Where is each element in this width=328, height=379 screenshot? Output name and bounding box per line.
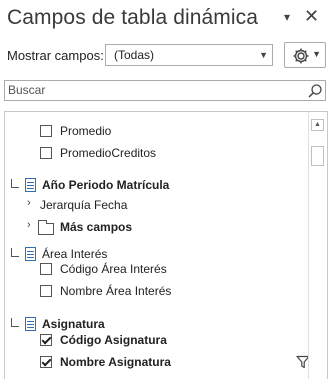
panel-title: Campos de tabla dinámica [7, 6, 259, 29]
field-label: Nombre Área Interés [60, 284, 172, 298]
gear-settings-button[interactable]: ▼ [284, 42, 326, 68]
field-label: Código Asignatura [60, 333, 167, 347]
scrollbar-thumb[interactable] [311, 146, 324, 166]
show-fields-label: Mostrar campos: [7, 48, 104, 63]
search-input[interactable]: Buscar [4, 80, 326, 101]
field-label: Promedio [60, 124, 112, 138]
chevron-right-icon[interactable]: › [27, 219, 31, 231]
table-icon [25, 247, 36, 261]
chevron-down-icon: ▼ [312, 49, 321, 59]
field-checkbox[interactable] [40, 356, 52, 368]
list-item[interactable]: Nombre Área Interés [40, 282, 310, 302]
dropdown-arrow-icon: ▼ [259, 50, 268, 60]
search-placeholder: Buscar [8, 83, 46, 97]
chevron-right-icon[interactable]: › [27, 197, 31, 209]
field-label: PromedioCreditos [60, 146, 157, 160]
show-fields-value: (Todas) [114, 48, 155, 62]
close-icon[interactable]: ✕ [304, 6, 319, 27]
field-checkbox[interactable] [40, 147, 52, 159]
field-label: Jerarquía Fecha [40, 198, 128, 212]
scroll-up-icon[interactable]: ▲ [311, 119, 324, 131]
collapse-icon[interactable] [11, 179, 19, 188]
show-fields-select[interactable]: (Todas) ▼ [105, 44, 273, 66]
field-label: Código Área Interés [60, 262, 167, 276]
table-group-anio-periodo[interactable]: Año Periodo Matrícula [9, 176, 309, 196]
table-label: Año Periodo Matrícula [42, 178, 170, 192]
list-item[interactable]: › Jerarquía Fecha [27, 196, 307, 216]
table-label: Área Interés [42, 247, 108, 261]
field-checkbox[interactable] [40, 263, 52, 275]
folder-icon [38, 220, 54, 235]
gear-icon [293, 48, 309, 64]
field-list[interactable]: Promedio PromedioCreditos Año Periodo Ma… [4, 111, 328, 379]
table-icon [25, 178, 36, 192]
table-icon [25, 317, 36, 331]
list-item[interactable]: PromedioCreditos [40, 144, 310, 164]
field-checkbox[interactable] [40, 125, 52, 137]
field-label: Nombre Asignatura [60, 355, 171, 369]
list-item[interactable]: Código Área Interés [40, 260, 310, 280]
list-item[interactable]: Código Asignatura [40, 331, 310, 351]
collapse-icon[interactable] [11, 318, 19, 327]
table-label: Asignatura [42, 317, 105, 331]
task-pane-options-arrow-icon[interactable]: ▾ [284, 10, 290, 24]
list-item[interactable]: Nombre Asignatura [40, 353, 310, 373]
more-fields-folder[interactable]: › Más campos [27, 218, 307, 238]
field-checkbox[interactable] [40, 285, 52, 297]
list-item[interactable]: Promedio [40, 122, 310, 142]
scrollbar[interactable]: ▲ [308, 112, 327, 379]
search-icon[interactable] [307, 83, 323, 99]
folder-label: Más campos [60, 220, 133, 234]
field-checkbox[interactable] [40, 334, 52, 346]
collapse-icon[interactable] [11, 248, 19, 257]
